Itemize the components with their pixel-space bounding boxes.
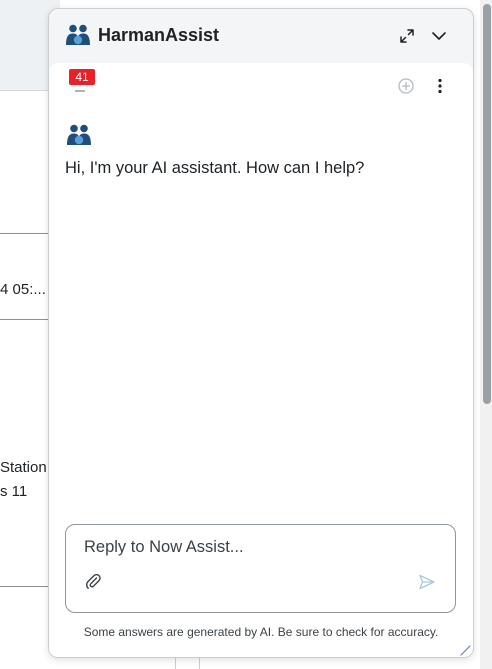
page-scrollbar-thumb[interactable] xyxy=(483,4,491,404)
assistant-panel: HarmanAssist 41 Hi, I'm your AI assistan… xyxy=(48,8,474,658)
chat-area: 41 Hi, I'm your AI assistant. How can I … xyxy=(49,63,473,657)
new-chat-button[interactable] xyxy=(395,75,417,97)
send-button[interactable] xyxy=(418,573,438,593)
panel-header: HarmanAssist xyxy=(49,9,473,63)
assistant-greeting-message: Hi, I'm your AI assistant. How can I hel… xyxy=(65,159,365,177)
people-logo-icon xyxy=(65,23,91,49)
expand-icon xyxy=(400,29,414,43)
send-icon xyxy=(419,574,435,590)
resize-handle-icon[interactable] xyxy=(459,643,471,656)
chevron-down-icon xyxy=(432,32,446,40)
attach-button[interactable] xyxy=(84,572,106,594)
more-options-button[interactable] xyxy=(429,75,451,97)
assistant-avatar-icon xyxy=(65,123,93,149)
expand-button[interactable] xyxy=(394,23,420,49)
reply-input[interactable] xyxy=(84,535,424,559)
history-button[interactable]: 41 xyxy=(67,69,97,95)
message-composer xyxy=(65,524,456,613)
history-indicator xyxy=(75,90,85,92)
ai-disclaimer: Some answers are generated by AI. Be sur… xyxy=(83,625,439,639)
page: 4 05:... Station s 11 HarmanAssist 41 Hi… xyxy=(0,0,492,669)
notification-badge: 41 xyxy=(69,69,95,85)
paperclip-icon xyxy=(86,573,101,589)
new-chat-icon xyxy=(398,78,414,94)
more-vertical-icon xyxy=(438,78,442,94)
panel-title: HarmanAssist xyxy=(98,25,220,45)
collapse-button[interactable] xyxy=(426,23,452,49)
